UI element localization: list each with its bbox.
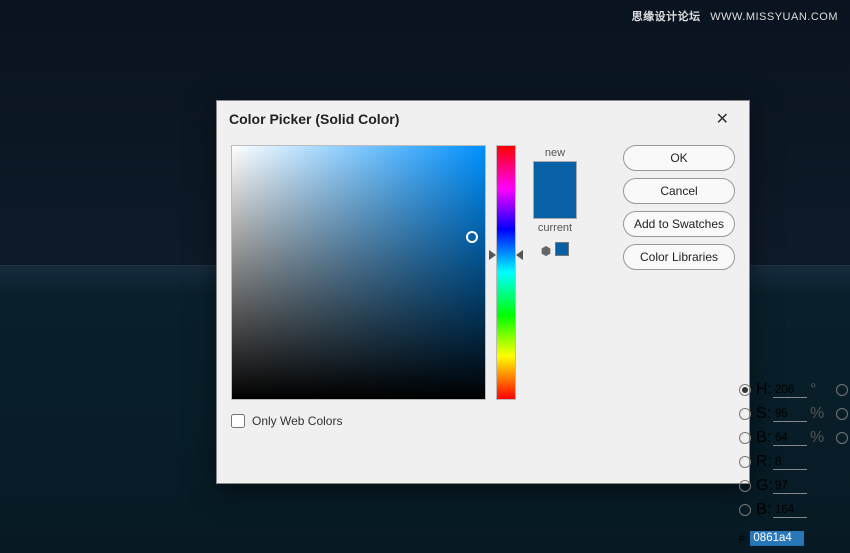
- g-row: G:: [739, 477, 822, 495]
- only-web-colors-checkbox[interactable]: Only Web Colors: [231, 414, 486, 428]
- current-color-swatch[interactable]: [534, 190, 576, 218]
- new-color-swatch[interactable]: [534, 162, 576, 190]
- only-web-colors-label: Only Web Colors: [252, 414, 342, 428]
- hex-label: #: [739, 533, 745, 545]
- c-row: C: %: [836, 453, 850, 471]
- button-stack: OK Cancel Add to Swatches Color Librarie…: [594, 145, 735, 270]
- b-hsb-radio[interactable]: [739, 432, 751, 444]
- hue-handle-right-icon: [516, 250, 523, 260]
- b-lab-row: b:: [836, 429, 850, 447]
- swatch-stack: [533, 161, 577, 219]
- new-label: new: [545, 147, 565, 159]
- dialog-body: Only Web Colors new current ⬢ OK: [217, 137, 749, 442]
- g-label: G:: [756, 477, 770, 495]
- lab-cmyk-column: L: a: b: C: %: [836, 381, 850, 546]
- right-column: OK Cancel Add to Swatches Color Librarie…: [594, 145, 735, 428]
- h-label: H:: [756, 381, 770, 399]
- k-row: K: %: [836, 525, 850, 543]
- b-hsb-row: B: %: [739, 429, 822, 447]
- color-picker-dialog: Color Picker (Solid Color) ✕ Only Web Co…: [216, 100, 750, 484]
- l-row: L:: [836, 381, 850, 399]
- s-row: S: %: [739, 405, 822, 423]
- r-radio[interactable]: [739, 456, 751, 468]
- hue-column: [496, 145, 516, 428]
- dialog-title: Color Picker (Solid Color): [229, 111, 399, 127]
- only-web-colors-input[interactable]: [231, 414, 245, 428]
- cancel-button[interactable]: Cancel: [623, 178, 735, 204]
- watermark: 思缘设计论坛 WWW.MISSYUAN.COM: [632, 8, 838, 24]
- color-libraries-button[interactable]: Color Libraries: [623, 244, 735, 270]
- y-row: Y: %: [836, 501, 850, 519]
- l-radio[interactable]: [836, 384, 848, 396]
- close-icon[interactable]: ✕: [708, 105, 737, 133]
- b-hsb-unit: %: [810, 429, 822, 447]
- h-input[interactable]: [773, 383, 807, 398]
- b-rgb-label: B:: [756, 501, 770, 519]
- h-radio[interactable]: [739, 384, 751, 396]
- b-hsb-label: B:: [756, 429, 770, 447]
- s-input[interactable]: [773, 407, 807, 422]
- hex-row: #: [739, 531, 822, 546]
- hue-slider[interactable]: [496, 145, 516, 400]
- a-row: a:: [836, 405, 850, 423]
- titlebar: Color Picker (Solid Color) ✕: [217, 101, 749, 137]
- left-column: Only Web Colors: [231, 145, 486, 428]
- h-row: H: °: [739, 381, 822, 399]
- s-unit: %: [810, 405, 822, 423]
- g-radio[interactable]: [739, 480, 751, 492]
- mini-swatch[interactable]: [555, 242, 569, 256]
- saturation-value-field[interactable]: [231, 145, 486, 400]
- r-label: R:: [756, 453, 770, 471]
- a-radio[interactable]: [836, 408, 848, 420]
- add-to-swatches-button[interactable]: Add to Swatches: [623, 211, 735, 237]
- sv-cursor-icon: [466, 231, 478, 243]
- hue-handle-left-icon: [489, 250, 496, 260]
- r-input[interactable]: [773, 455, 807, 470]
- watermark-chinese: 思缘设计论坛: [632, 11, 701, 23]
- hex-input[interactable]: [750, 531, 804, 546]
- b-rgb-input[interactable]: [773, 503, 807, 518]
- r-row: R:: [739, 453, 822, 471]
- ok-button[interactable]: OK: [623, 145, 735, 171]
- h-unit: °: [810, 381, 822, 399]
- b-lab-radio[interactable]: [836, 432, 848, 444]
- s-radio[interactable]: [739, 408, 751, 420]
- b-rgb-radio[interactable]: [739, 504, 751, 516]
- watermark-url: WWW.MISSYUAN.COM: [710, 11, 838, 23]
- g-input[interactable]: [773, 479, 807, 494]
- preview-column: new current ⬢: [526, 145, 584, 428]
- b-hsb-input[interactable]: [773, 431, 807, 446]
- cube-icon[interactable]: ⬢: [541, 244, 551, 258]
- m-row: M: %: [836, 477, 850, 495]
- s-label: S:: [756, 405, 770, 423]
- b-rgb-row: B:: [739, 501, 822, 519]
- hsb-rgb-column: H: ° S: % B: % R:: [739, 381, 822, 546]
- color-fields: H: ° S: % B: % R:: [739, 381, 850, 546]
- current-label: current: [538, 222, 572, 234]
